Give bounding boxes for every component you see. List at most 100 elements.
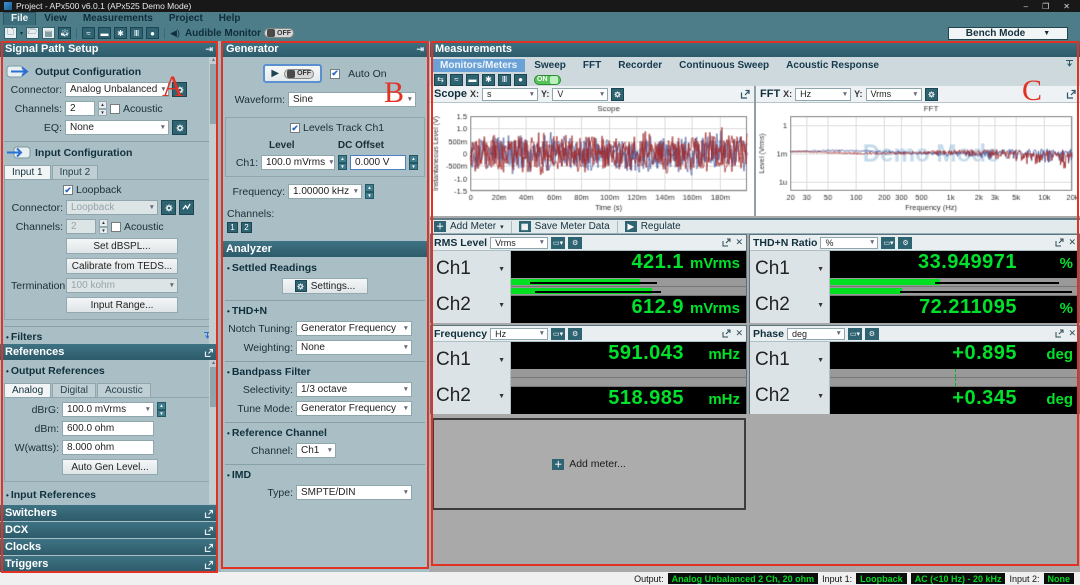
input-channels-value[interactable]: 2 [66, 219, 96, 234]
new-project-icon[interactable]: 🗋 [4, 27, 17, 39]
ref-channel-select[interactable]: Ch1▼ [296, 443, 336, 458]
dbm-input[interactable]: 600.0 ohm [62, 421, 154, 436]
output-channels-stepper[interactable]: ▲▼ [98, 101, 107, 116]
fft-launch-icon[interactable] [1066, 89, 1076, 99]
channel-label[interactable]: Ch2▼ [431, 378, 511, 414]
triggers-launch-icon[interactable] [204, 560, 213, 569]
save-meter-data-button[interactable]: Save Meter Data [535, 221, 610, 232]
input-range-button[interactable]: Input Range... [66, 297, 178, 313]
channel-label[interactable]: Ch2▼ [750, 287, 830, 323]
add-meter-button[interactable]: Add Meter [450, 221, 496, 232]
channel-label[interactable]: Ch1▼ [431, 342, 511, 378]
tab-acoustic-response[interactable]: Acoustic Response [778, 59, 887, 72]
add-meter-plus-icon[interactable]: ＋ [434, 221, 446, 232]
dcx-header[interactable]: DCX [0, 522, 218, 538]
clocks-header[interactable]: Clocks [0, 539, 218, 555]
loopback-checkbox[interactable]: ✔ [63, 185, 73, 195]
wave-monitor-icon[interactable]: ≈ [450, 74, 463, 86]
calibrate-teds-button[interactable]: Calibrate from TEDS... [66, 258, 178, 274]
tab-fft[interactable]: FFT [575, 59, 609, 72]
meter-close-icon[interactable]: ✕ [735, 328, 743, 339]
references-launch-icon[interactable] [204, 348, 213, 357]
bt-icon[interactable]: ✱ [482, 74, 495, 86]
maximize-button[interactable]: ❐ [1042, 2, 1049, 11]
meter-gear-icon[interactable]: ⚙ [568, 237, 582, 249]
meter-unit-select[interactable]: %▼ [820, 237, 878, 249]
gen-channel-2-button[interactable]: 2 [241, 222, 252, 233]
ch1-level-select[interactable]: 100.0 mVrms▼ [261, 155, 335, 170]
fft-settings-gear-icon[interactable] [925, 88, 938, 101]
fft-chart[interactable] [756, 103, 1080, 216]
clocks-launch-icon[interactable] [204, 543, 213, 552]
generator-pin-icon[interactable]: ⇥ [416, 44, 424, 55]
channel-label[interactable]: Ch2▼ [431, 287, 511, 323]
set-dbspl-button[interactable]: Set dBSPL... [66, 238, 178, 254]
meter-close-icon[interactable]: ✕ [735, 237, 743, 248]
tune-mode-select[interactable]: Generator Frequency▼ [296, 401, 412, 416]
meter-bar-icon[interactable]: ▬ [98, 27, 111, 39]
ch1-level-stepper[interactable]: ▲▼ [338, 155, 347, 170]
meter-gear-icon[interactable]: ⚙ [568, 328, 582, 340]
measurements-header[interactable]: Measurements [430, 41, 1080, 57]
triggers-header[interactable]: Triggers [0, 556, 218, 572]
fft-y-unit-select[interactable]: Vrms▼ [866, 88, 922, 101]
references-header[interactable]: References [0, 344, 218, 360]
monitors-on-toggle[interactable]: ON [534, 75, 561, 85]
imd-type-select[interactable]: SMPTE/DIN▼ [296, 485, 412, 500]
termination-select[interactable]: 100 kohm▼ [66, 278, 178, 293]
tab-continuous-sweep[interactable]: Continuous Sweep [671, 59, 777, 72]
meter-close-icon[interactable]: ✕ [1068, 328, 1076, 339]
signal-path-scrollbar[interactable]: ▲▼ [209, 57, 218, 344]
tab-output-ref-acoustic[interactable]: Acoustic [97, 383, 151, 397]
layout-icon[interactable]: ⇆ [434, 74, 447, 86]
eq-select[interactable]: None▼ [65, 120, 169, 135]
grid-icon[interactable]: Ⅲ [498, 74, 511, 86]
signal-monitor-icon[interactable]: ≈ [82, 27, 95, 39]
meter-close-icon[interactable]: ✕ [1068, 237, 1076, 248]
meter-display-mode-icon[interactable]: ▭▾ [551, 237, 565, 249]
scope-y-unit-select[interactable]: V▼ [552, 88, 608, 101]
references-scrollbar-thumb[interactable] [210, 367, 217, 407]
add-meter-placeholder[interactable]: ＋ Add meter... [432, 418, 746, 510]
tab-monitors-meters[interactable]: Monitors/Meters [432, 59, 525, 72]
ui-panel-icon[interactable]: Ⅲ [130, 27, 143, 39]
open-project-icon[interactable]: 🗁 [26, 27, 39, 39]
waveform-select[interactable]: Sine▼ [288, 92, 416, 107]
frequency-select[interactable]: 1.00000 kHz▼ [288, 184, 362, 199]
dbrg-stepper[interactable]: ▲▼ [157, 402, 166, 417]
output-connector-gear-icon[interactable] [172, 82, 187, 97]
meter-unit-select[interactable]: Vrms▼ [490, 237, 548, 249]
fft-x-unit-select[interactable]: Hz▼ [795, 88, 851, 101]
channel-label[interactable]: Ch2▼ [750, 378, 830, 414]
signal-path-setup-header[interactable]: Signal Path Setup ⇥ [0, 41, 218, 57]
audible-monitor-toggle[interactable]: OFF [264, 28, 294, 38]
references-scrollbar[interactable]: ▲▼ [209, 360, 218, 504]
tab-input-1[interactable]: Input 1 [4, 165, 51, 179]
dbrg-select[interactable]: 100.0 mVrms▼ [62, 402, 154, 417]
output-connector-select[interactable]: Analog Unbalanced▼ [65, 82, 169, 97]
scope-settings-gear-icon[interactable] [611, 88, 624, 101]
meter-unit-select[interactable]: deg▼ [787, 328, 845, 340]
output-channels-value[interactable]: 2 [65, 101, 95, 116]
close-button[interactable]: ✕ [1063, 2, 1070, 11]
timer-icon[interactable]: ● [514, 74, 527, 86]
input-monitor-icon[interactable] [179, 200, 194, 215]
weighting-select[interactable]: None▼ [296, 340, 412, 355]
menu-help[interactable]: Help [212, 13, 248, 25]
save-project-icon[interactable]: ▤ [42, 27, 55, 39]
output-acoustic-checkbox[interactable] [110, 104, 120, 114]
bluetooth-icon[interactable]: ✱ [114, 27, 127, 39]
auto-gen-level-button[interactable]: Auto Gen Level... [62, 459, 158, 475]
dcx-launch-icon[interactable] [204, 526, 213, 535]
bench-mode-selector[interactable]: Bench Mode▼ [948, 27, 1068, 40]
meter-gear-icon[interactable]: ⚙ [865, 328, 879, 340]
menu-file[interactable]: File [4, 13, 35, 25]
eq-gear-icon[interactable] [172, 120, 187, 135]
menu-view[interactable]: View [37, 13, 74, 25]
generator-onoff-button[interactable]: ▶ OFF [263, 64, 322, 83]
switchers-header[interactable]: Switchers [0, 505, 218, 521]
scope-chart[interactable] [430, 103, 754, 216]
add-meter-dropdown-icon[interactable]: ▾ [500, 223, 504, 231]
minimize-button[interactable]: – [1024, 2, 1028, 11]
dc-offset-input[interactable]: 0.000 V [350, 155, 406, 170]
